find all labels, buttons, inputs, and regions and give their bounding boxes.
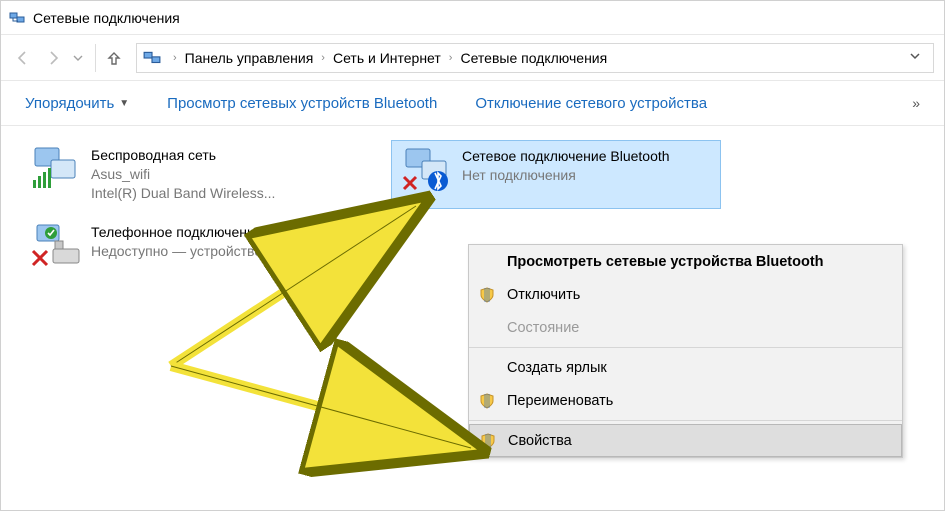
disable-device-button[interactable]: Отключение сетевого устройства (465, 89, 717, 118)
caret-down-icon: ▼ (119, 98, 129, 109)
menu-item-rename[interactable]: Переименовать (469, 384, 902, 417)
organize-button[interactable]: Упорядочить ▼ (15, 89, 139, 118)
forward-button[interactable] (41, 46, 65, 70)
toolbar: Упорядочить ▼ Просмотр сетевых устройств… (1, 81, 944, 126)
chevron-down-icon[interactable] (903, 50, 927, 65)
wifi-connection-icon (29, 146, 81, 192)
breadcrumb-item[interactable]: Панель управления (183, 50, 316, 66)
connection-status: Asus_wifi (91, 165, 275, 184)
menu-label: Отключить (507, 287, 580, 303)
connection-item[interactable]: Телефонное подключение к Интернету Недос… (21, 217, 391, 275)
bluetooth-connection-icon (400, 147, 452, 193)
address-bar[interactable]: › Панель управления › Сеть и Интернет › … (136, 43, 934, 73)
toolbar-label: Отключение сетевого устройства (475, 95, 707, 112)
breadcrumb-item[interactable]: Сетевые подключения (458, 50, 609, 66)
menu-label: Состояние (507, 320, 579, 336)
menu-separator (469, 420, 902, 421)
breadcrumb-item[interactable]: Сеть и Интернет (331, 50, 443, 66)
shield-icon (479, 393, 495, 409)
overflow-button[interactable]: » (902, 89, 930, 117)
back-button[interactable] (11, 46, 35, 70)
chevron-right-icon[interactable]: › (315, 52, 331, 64)
titlebar: Сетевые подключения (1, 1, 944, 35)
shield-icon (479, 287, 495, 303)
network-connections-icon (143, 49, 161, 67)
chevron-right-icon[interactable]: › (167, 52, 183, 64)
toolbar-label: Просмотр сетевых устройств Bluetooth (167, 95, 437, 112)
connection-device: Intel(R) Dual Band Wireless... (91, 184, 275, 203)
connection-name: Сетевое подключение Bluetooth (462, 147, 670, 166)
menu-separator (469, 347, 902, 348)
chevron-right-icon[interactable]: › (443, 52, 459, 64)
network-connections-icon (9, 10, 25, 26)
nav-separator (95, 44, 96, 72)
navbar: › Панель управления › Сеть и Интернет › … (1, 35, 944, 81)
menu-item-view-bt[interactable]: Просмотреть сетевые устройства Bluetooth (469, 245, 902, 278)
menu-item-disable[interactable]: Отключить (469, 278, 902, 311)
window-title: Сетевые подключения (33, 10, 180, 26)
menu-label: Переименовать (507, 393, 613, 409)
menu-label: Свойства (508, 433, 572, 449)
menu-label: Создать ярлык (507, 360, 607, 376)
connection-status: Нет подключения (462, 166, 670, 185)
menu-label: Просмотреть сетевые устройства Bluetooth (507, 254, 824, 270)
connection-item[interactable]: Беспроводная сеть Asus_wifi Intel(R) Dua… (21, 140, 391, 209)
connection-name: Телефонное подключение к Интернету (91, 223, 345, 242)
connection-name: Беспроводная сеть (91, 146, 275, 165)
history-dropdown[interactable] (71, 46, 85, 70)
up-button[interactable] (100, 44, 128, 72)
menu-item-properties[interactable]: Свойства (469, 424, 902, 457)
menu-item-shortcut[interactable]: Создать ярлык (469, 351, 902, 384)
toolbar-label: Упорядочить (25, 95, 114, 112)
shield-icon (480, 433, 496, 449)
connection-status: Недоступно — устройство ... (91, 242, 345, 261)
menu-item-status: Состояние (469, 311, 902, 344)
context-menu: Просмотреть сетевые устройства Bluetooth… (468, 244, 903, 458)
dialup-connection-icon (29, 223, 81, 269)
view-bluetooth-button[interactable]: Просмотр сетевых устройств Bluetooth (157, 89, 447, 118)
connection-item-selected[interactable]: Сетевое подключение Bluetooth Нет подклю… (391, 140, 721, 209)
